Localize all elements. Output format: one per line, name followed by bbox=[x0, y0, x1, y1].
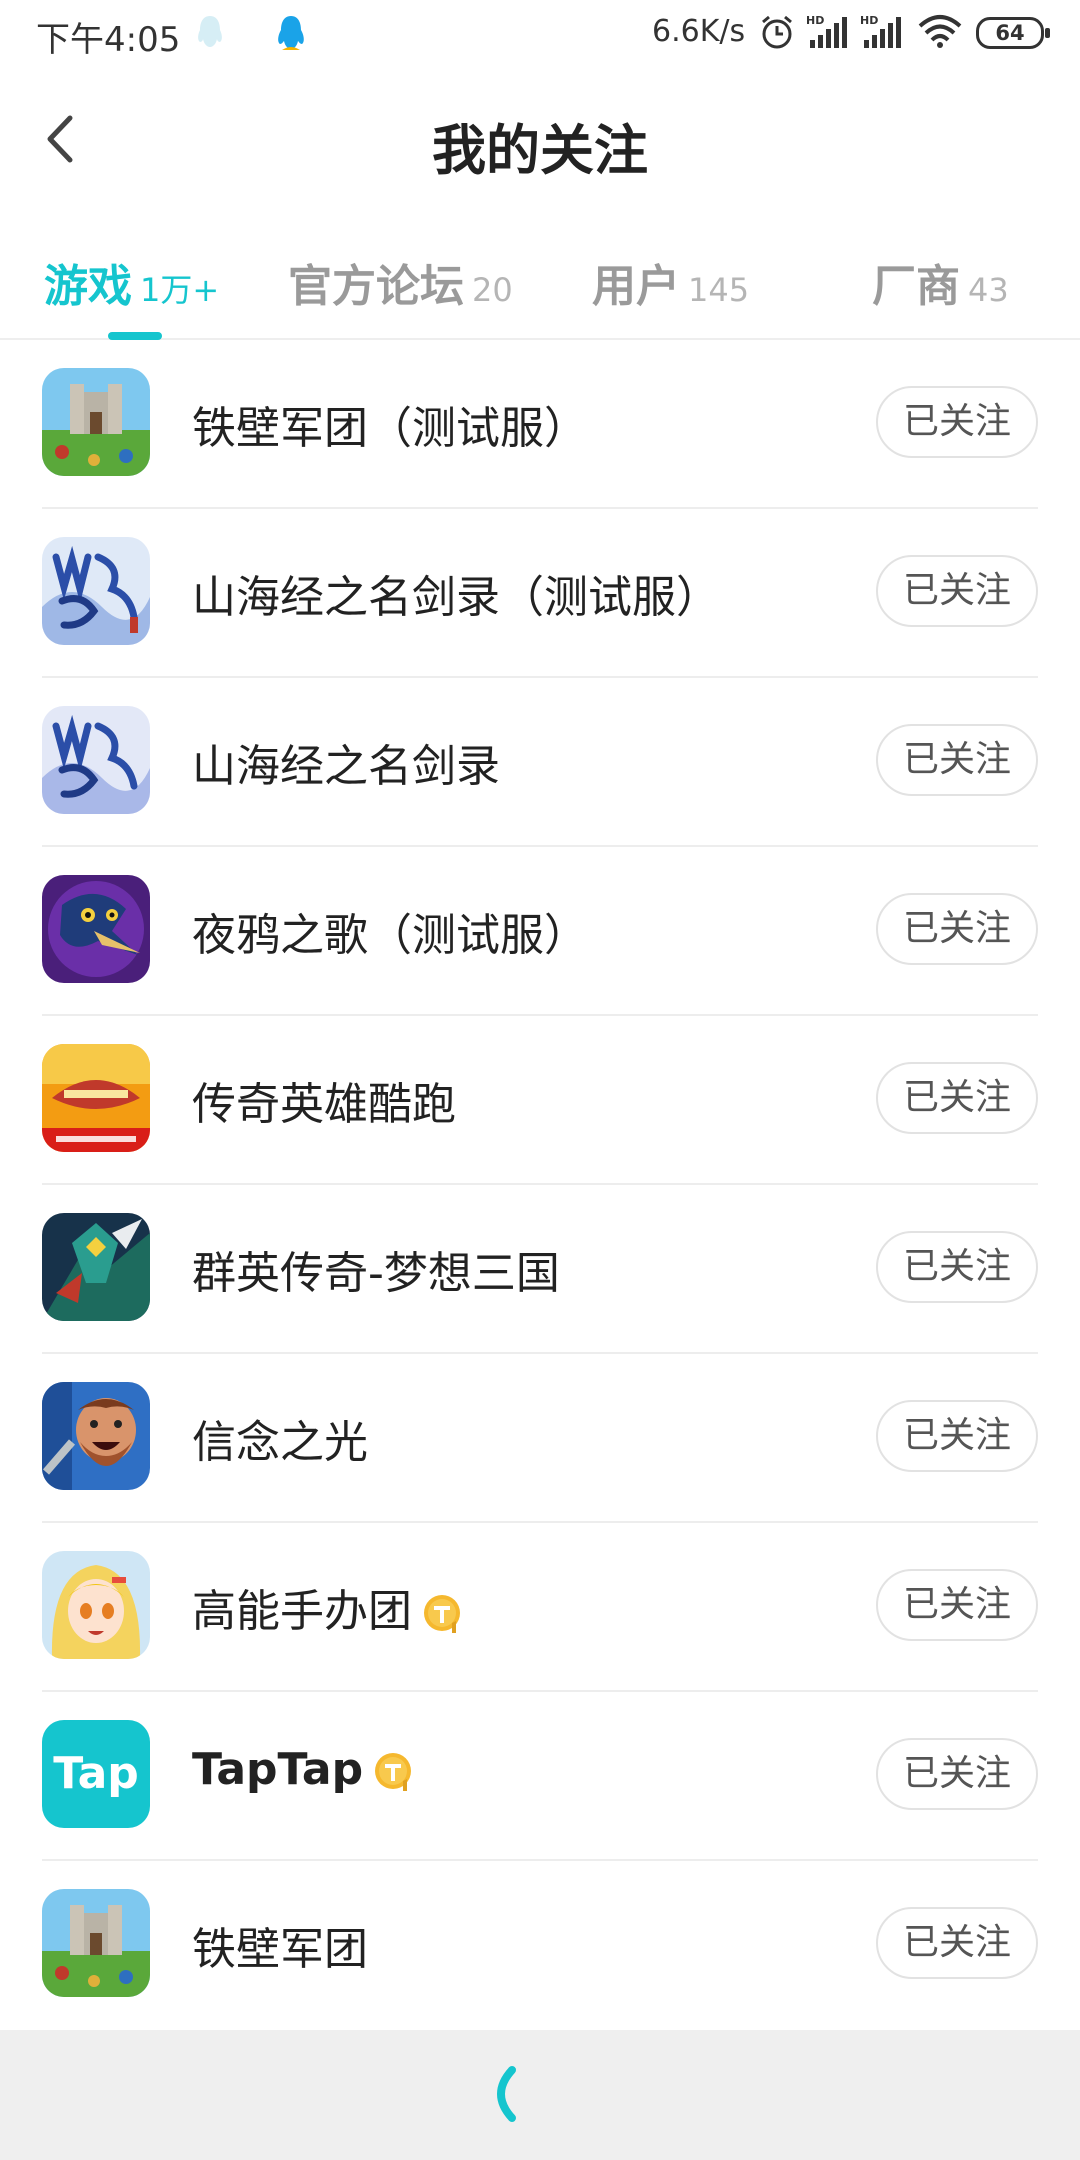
list-item[interactable]: 群英传奇-梦想三国 已关注 bbox=[0, 1185, 1080, 1354]
game-name: 山海经之名剑录 bbox=[192, 741, 500, 792]
followed-games-list: 铁壁军团（测试服） 已关注 山海经之名剑录（测试服） 已关注 山海经之名剑录 已… bbox=[0, 340, 1080, 2030]
tab-count: 1万+ bbox=[140, 271, 220, 309]
followed-button[interactable]: 已关注 bbox=[876, 1231, 1038, 1303]
loading-spinner-icon bbox=[497, 2066, 516, 2122]
tab-official-forum[interactable]: 官方论坛 20 bbox=[288, 250, 513, 312]
followed-button[interactable]: 已关注 bbox=[876, 386, 1038, 458]
active-tab-indicator bbox=[108, 332, 162, 340]
tab-label: 官方论坛 bbox=[288, 261, 464, 312]
followed-button[interactable]: 已关注 bbox=[876, 1738, 1038, 1810]
game-name: 信念之光 bbox=[192, 1417, 368, 1468]
followed-button[interactable]: 已关注 bbox=[876, 724, 1038, 796]
wifi-icon bbox=[918, 15, 962, 48]
tab-users[interactable]: 用户 145 bbox=[592, 250, 750, 312]
raven-icon bbox=[42, 875, 150, 983]
t-coin-badge-icon bbox=[424, 1595, 460, 1633]
game-name: 传奇英雄酷跑 bbox=[192, 1079, 456, 1130]
anime-girl-icon bbox=[42, 1551, 150, 1659]
status-time: 下午4:05 bbox=[36, 20, 181, 60]
taptap-icon: Tap bbox=[42, 1720, 150, 1828]
list-item[interactable]: 铁壁军团 已关注 bbox=[0, 1861, 1080, 2030]
list-item[interactable]: 夜鸦之歌（测试服） 已关注 bbox=[0, 847, 1080, 1016]
followed-button[interactable]: 已关注 bbox=[876, 555, 1038, 627]
taptap-logo-text: Tap bbox=[53, 1748, 139, 1799]
network-speed: 6.6K/s bbox=[652, 14, 746, 49]
tab-count: 20 bbox=[472, 271, 513, 309]
t-coin-badge-icon bbox=[375, 1753, 412, 1791]
hd-signal-icon: HD bbox=[806, 14, 847, 48]
game-name-text: TapTap bbox=[192, 1744, 364, 1795]
tab-count: 43 bbox=[968, 271, 1009, 309]
castle-game-icon bbox=[42, 368, 150, 476]
game-name-text: 高能手办团 bbox=[192, 1586, 412, 1637]
list-item[interactable]: 山海经之名剑录（测试服） 已关注 bbox=[0, 509, 1080, 678]
qq-ghost-icon bbox=[198, 16, 222, 47]
alarm-icon bbox=[762, 15, 792, 49]
tab-label: 游戏 bbox=[44, 261, 132, 312]
game-name: 铁壁军团（测试服） bbox=[192, 403, 588, 454]
tab-vendors[interactable]: 厂商 43 bbox=[872, 250, 1009, 312]
tab-label: 用户 bbox=[592, 261, 680, 312]
followed-button[interactable]: 已关注 bbox=[876, 1062, 1038, 1134]
list-item[interactable]: Tap TapTap 已关注 bbox=[0, 1692, 1080, 1861]
followed-button[interactable]: 已关注 bbox=[876, 1907, 1038, 1979]
qq-penguin-icon bbox=[278, 16, 304, 50]
list-item[interactable]: 山海经之名剑录 已关注 bbox=[0, 678, 1080, 847]
dwarf-icon bbox=[42, 1382, 150, 1490]
loading-area bbox=[0, 2030, 1080, 2160]
legend-run-icon bbox=[42, 1044, 150, 1152]
shanhaijing-icon bbox=[42, 706, 150, 814]
game-name: 群英传奇-梦想三国 bbox=[192, 1248, 560, 1299]
tab-label: 厂商 bbox=[872, 261, 960, 312]
header: 我的关注 bbox=[0, 66, 1080, 216]
game-name: 山海经之名剑录（测试服） bbox=[192, 572, 720, 623]
list-item[interactable]: 传奇英雄酷跑 已关注 bbox=[0, 1016, 1080, 1185]
followed-button[interactable]: 已关注 bbox=[876, 893, 1038, 965]
game-name: TapTap bbox=[192, 1744, 415, 1795]
castle-game-icon bbox=[42, 1889, 150, 1997]
svg-text:HD: HD bbox=[806, 14, 824, 27]
game-name: 夜鸦之歌（测试服） bbox=[192, 910, 588, 961]
warrior-icon bbox=[42, 1213, 150, 1321]
game-name: 铁壁军团 bbox=[192, 1924, 368, 1975]
tab-count: 145 bbox=[688, 271, 750, 309]
followed-button[interactable]: 已关注 bbox=[876, 1569, 1038, 1641]
svg-text:HD: HD bbox=[860, 14, 878, 27]
status-bar: 下午4:05 6.6K/s HD HD 64 bbox=[0, 0, 1080, 66]
shanhaijing-icon bbox=[42, 537, 150, 645]
tab-bar: 游戏 1万+ 官方论坛 20 用户 145 厂商 43 bbox=[0, 216, 1080, 340]
list-item[interactable]: 信念之光 已关注 bbox=[0, 1354, 1080, 1523]
battery-icon: 64 bbox=[976, 17, 1050, 49]
game-name: 高能手办团 bbox=[192, 1575, 464, 1639]
list-item[interactable]: 高能手办团 已关注 bbox=[0, 1523, 1080, 1692]
followed-button[interactable]: 已关注 bbox=[876, 1400, 1038, 1472]
list-item[interactable]: 铁壁军团（测试服） 已关注 bbox=[0, 340, 1080, 509]
page-title: 我的关注 bbox=[432, 119, 648, 182]
hd-signal-icon: HD bbox=[860, 14, 901, 48]
tab-games[interactable]: 游戏 1万+ bbox=[44, 250, 220, 312]
